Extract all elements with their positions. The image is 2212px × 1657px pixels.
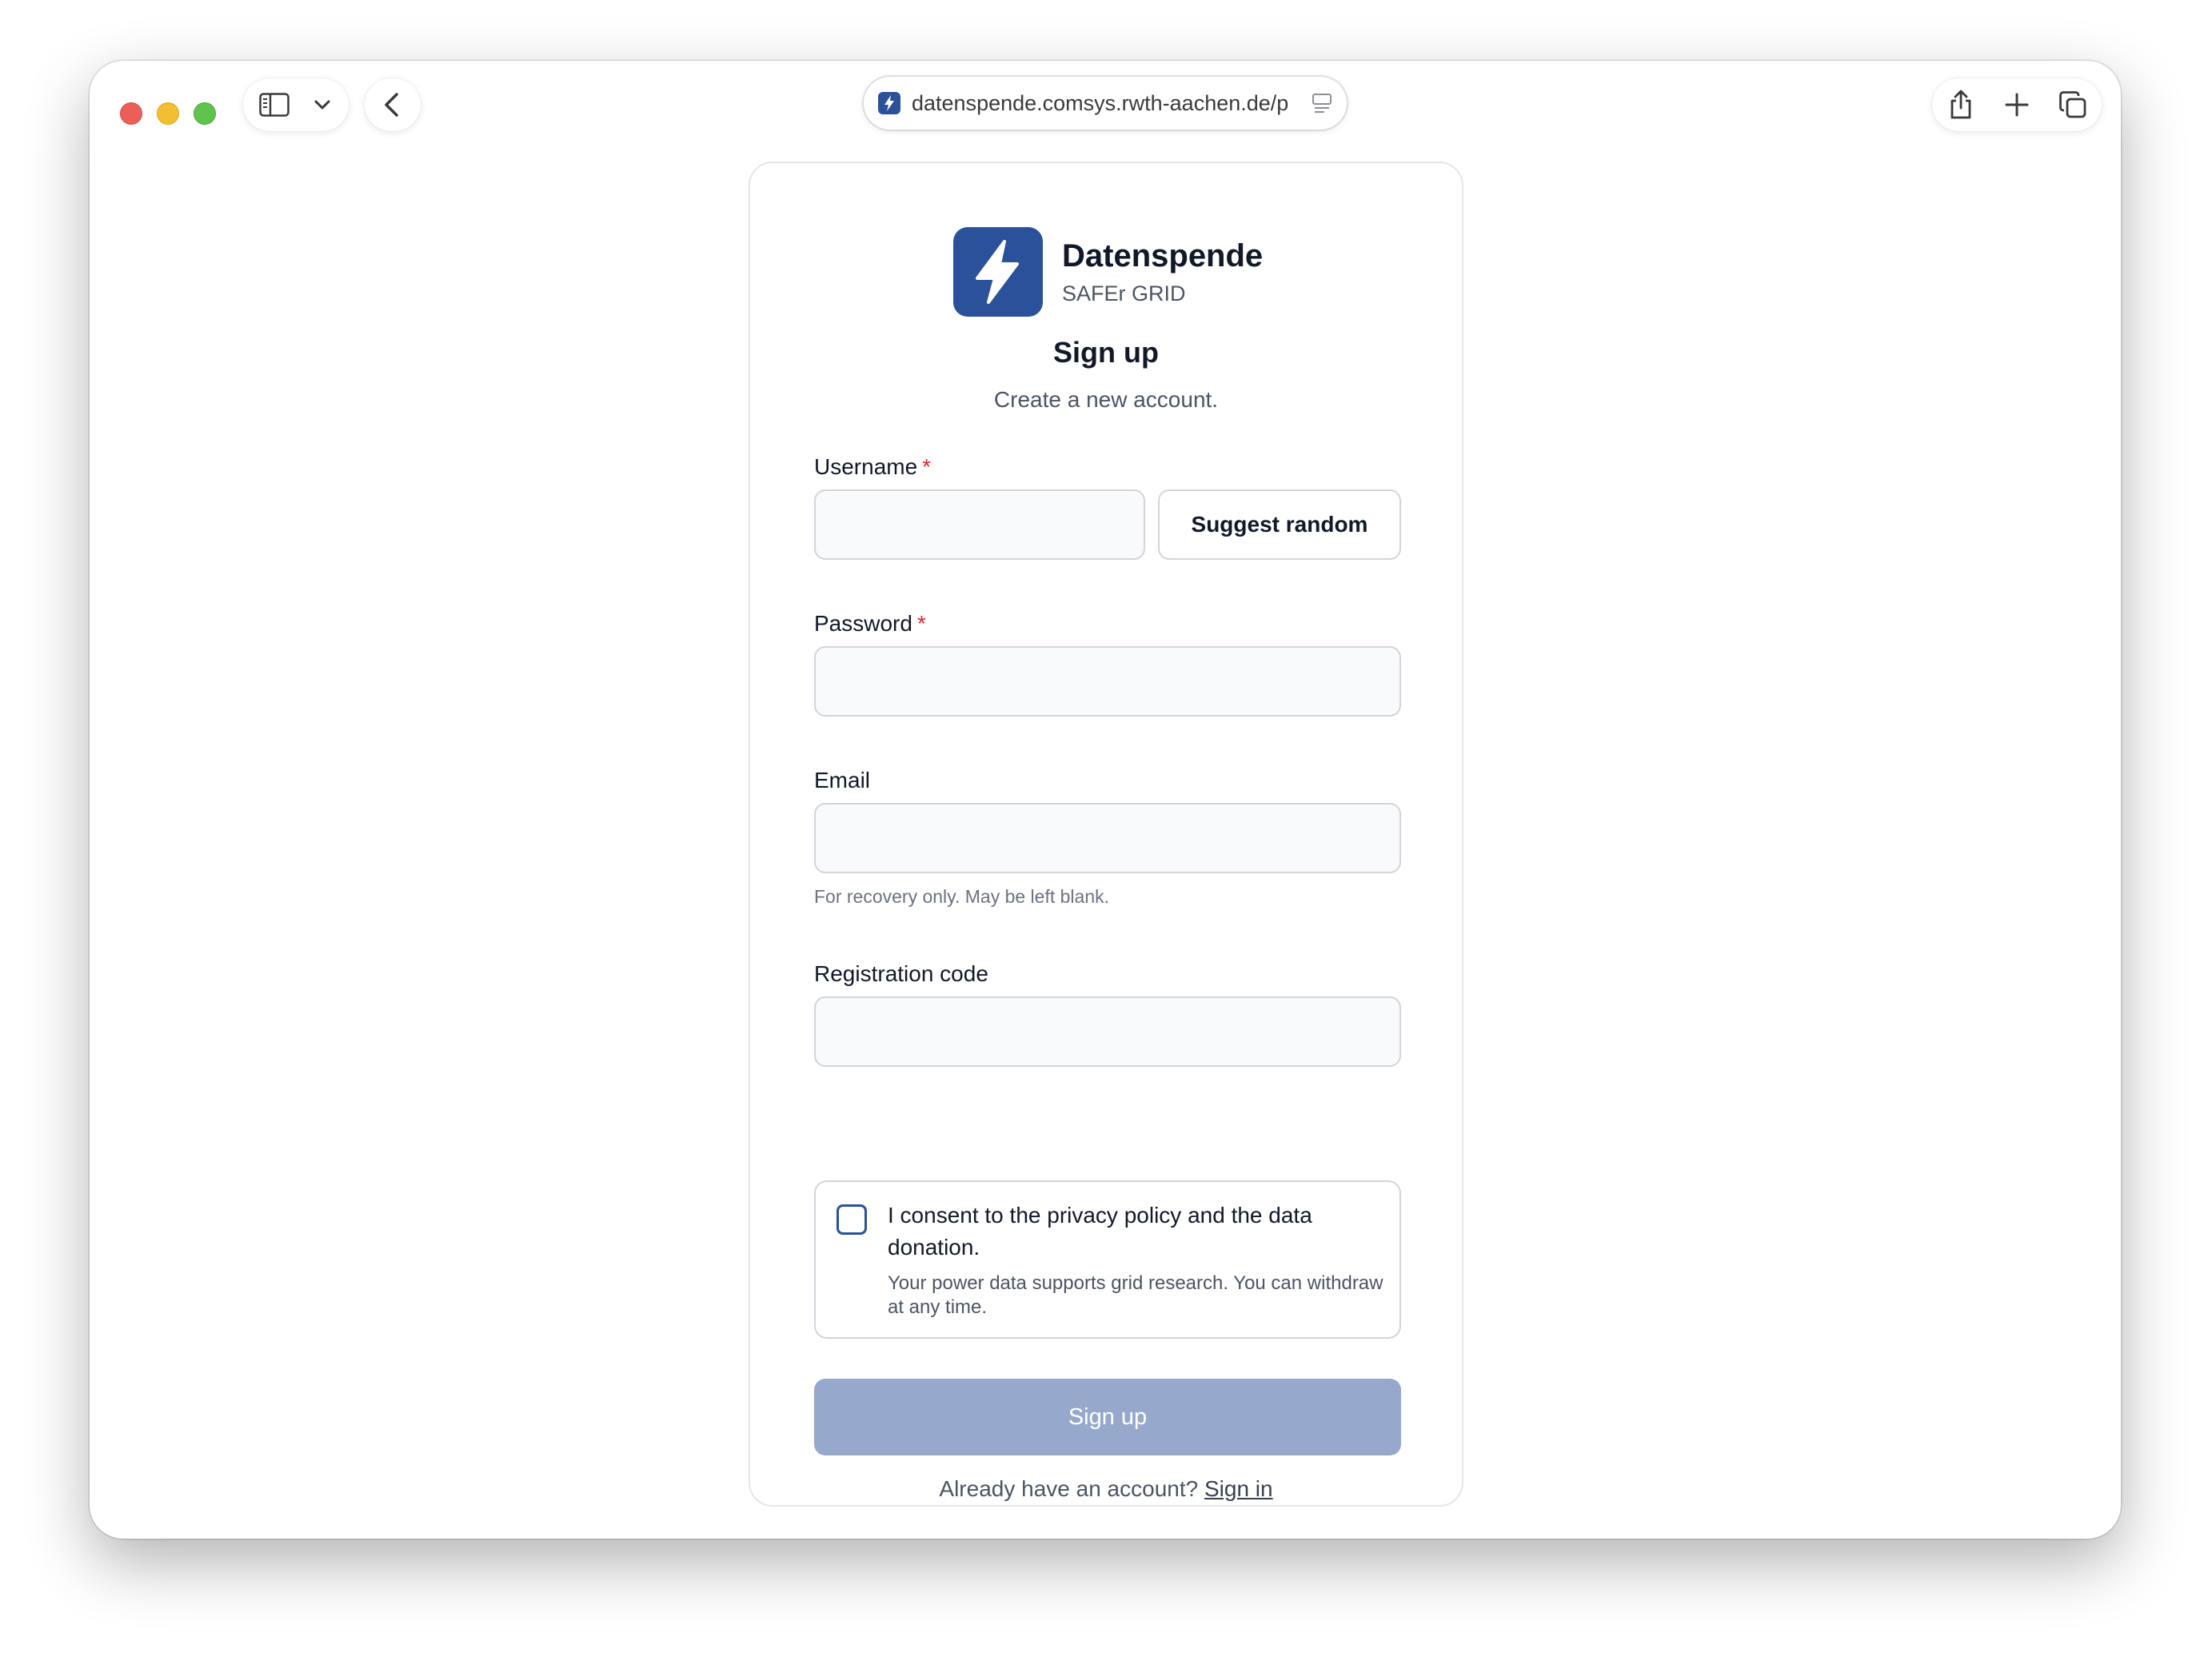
sign-up-button[interactable]: Sign up bbox=[814, 1379, 1401, 1455]
lightning-icon bbox=[976, 240, 1019, 304]
maximize-window-button[interactable] bbox=[194, 102, 216, 125]
sidebar-icon[interactable] bbox=[259, 93, 289, 117]
password-label-text: Password bbox=[814, 611, 912, 636]
consent-label[interactable]: I consent to the privacy policy and the … bbox=[888, 1200, 1368, 1264]
email-label: Email bbox=[814, 768, 871, 793]
brand-name: Datenspende bbox=[1062, 238, 1264, 274]
consent-checkbox[interactable] bbox=[836, 1204, 867, 1235]
app-logo bbox=[953, 227, 1043, 317]
new-tab-icon[interactable] bbox=[2004, 92, 2030, 118]
signin-prompt: Already have an account? Sign in bbox=[750, 1476, 1462, 1502]
tab-overview-icon[interactable] bbox=[2058, 90, 2087, 119]
email-input[interactable] bbox=[814, 803, 1401, 873]
toolbar-actions bbox=[1932, 78, 2102, 131]
brand-subtitle: SAFEr GRID bbox=[1062, 281, 1186, 305]
browser-window: datenspende.comsys.rwth-aachen.de/p Date… bbox=[90, 61, 2121, 1539]
page-title: Sign up bbox=[1053, 336, 1159, 369]
minimize-window-button[interactable] bbox=[157, 102, 179, 125]
registration-code-label: Registration code bbox=[814, 961, 988, 986]
username-input[interactable] bbox=[814, 489, 1145, 560]
close-window-button[interactable] bbox=[120, 102, 142, 125]
password-label: Password * bbox=[814, 611, 926, 637]
email-hint: For recovery only. May be left blank. bbox=[814, 886, 1109, 907]
share-icon[interactable] bbox=[1948, 88, 1974, 120]
required-marker: * bbox=[916, 611, 926, 636]
consent-box[interactable]: I consent to the privacy policy and the … bbox=[814, 1180, 1401, 1339]
url-text[interactable]: datenspende.comsys.rwth-aachen.de/p bbox=[912, 77, 1296, 130]
page-subtitle: Create a new account. bbox=[993, 387, 1219, 412]
registration-code-input[interactable] bbox=[814, 996, 1401, 1067]
username-label-text: Username bbox=[814, 454, 918, 479]
site-favicon bbox=[878, 92, 900, 114]
password-input[interactable] bbox=[814, 646, 1401, 717]
required-marker: * bbox=[922, 454, 932, 479]
sidebar-toggle-group bbox=[243, 78, 349, 131]
signin-prompt-text: Already have an account? bbox=[939, 1476, 1199, 1501]
lightning-icon bbox=[884, 95, 894, 111]
reader-mode-icon[interactable] bbox=[1312, 93, 1332, 114]
username-label: Username * bbox=[814, 454, 931, 480]
suggest-random-button[interactable]: Suggest random bbox=[1158, 489, 1401, 560]
chevron-down-icon[interactable] bbox=[313, 99, 331, 110]
chevron-left-icon bbox=[385, 93, 398, 117]
sign-in-link[interactable]: Sign in bbox=[1204, 1476, 1273, 1501]
back-button[interactable] bbox=[365, 78, 421, 131]
address-bar[interactable]: datenspende.comsys.rwth-aachen.de/p bbox=[864, 77, 1347, 130]
signup-card: Datenspende SAFEr GRID Sign up Create a … bbox=[749, 162, 1463, 1507]
consent-description: Your power data supports grid research. … bbox=[888, 1272, 1383, 1318]
